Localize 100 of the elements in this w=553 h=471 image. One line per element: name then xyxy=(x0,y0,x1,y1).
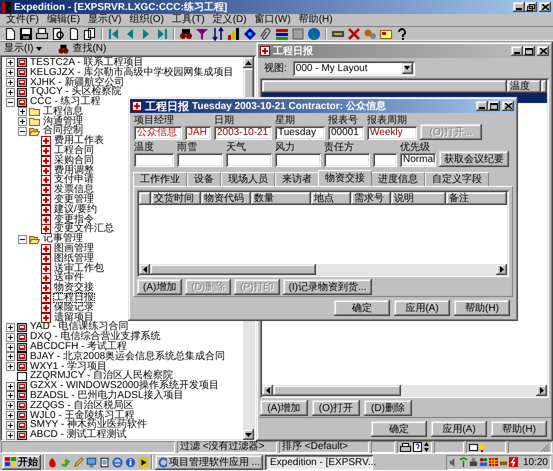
monitor-icon[interactable] xyxy=(86,456,97,468)
menu-item[interactable]: 显示(V) xyxy=(84,14,126,26)
chart-icon[interactable] xyxy=(227,26,241,40)
printer-icon[interactable] xyxy=(498,457,508,467)
action-button[interactable]: (D)删除 xyxy=(364,400,412,416)
footer-button[interactable]: 帮助(H) xyxy=(491,420,547,436)
expand-toggle[interactable] xyxy=(6,401,15,410)
save-icon[interactable] xyxy=(19,26,33,40)
tree-item[interactable]: BZADSL - 巴州电力ADSL接入项目 xyxy=(29,391,185,401)
tree-item[interactable]: TESTC2A - 联系工程项目 xyxy=(29,58,144,68)
first-record-icon[interactable] xyxy=(107,26,121,40)
expand-toggle[interactable] xyxy=(6,342,15,352)
binoculars-icon[interactable] xyxy=(179,26,193,40)
scrollbar-thumb[interactable] xyxy=(273,385,402,396)
tree-item[interactable]: KELGJZX - 库尔勒市高级中学校园网集成项目 xyxy=(29,68,234,78)
people-icon[interactable] xyxy=(478,457,488,467)
input-field[interactable]: Normal xyxy=(400,153,436,167)
tree-item[interactable]: 工程信息 xyxy=(42,106,84,117)
grid-icon[interactable] xyxy=(488,457,498,467)
expand-toggle[interactable] xyxy=(6,78,15,87)
new-document-icon[interactable] xyxy=(3,26,17,40)
help-icon[interactable] xyxy=(413,442,422,452)
tab[interactable]: 设备 xyxy=(187,172,221,186)
diamond-icon[interactable] xyxy=(243,26,257,40)
close-button[interactable] xyxy=(537,46,549,56)
network-icon[interactable] xyxy=(468,457,478,467)
tab[interactable]: 自定义字段 xyxy=(425,172,489,186)
menu-item[interactable]: 编辑(E) xyxy=(42,14,84,26)
cross-icon[interactable] xyxy=(347,26,361,40)
input-field[interactable]: 2003-10-21 xyxy=(214,126,272,140)
color-bars-icon[interactable] xyxy=(275,26,289,40)
sort-icon[interactable] xyxy=(211,26,225,40)
tree-item[interactable]: 建议/要约 xyxy=(53,204,98,215)
horizontal-scrollbar[interactable] xyxy=(139,264,507,275)
expand-toggle[interactable] xyxy=(6,411,15,420)
expand-toggle[interactable] xyxy=(6,68,15,78)
input-field[interactable] xyxy=(275,153,321,167)
menu-item[interactable]: 工具(T) xyxy=(168,14,209,26)
help-icon[interactable] xyxy=(395,26,409,40)
tree-item[interactable]: 记事管理 xyxy=(42,234,84,244)
globe-icon[interactable] xyxy=(307,26,321,40)
restore-button[interactable] xyxy=(525,2,537,12)
tree-item[interactable]: 送审件 xyxy=(53,273,85,284)
expand-toggle[interactable] xyxy=(6,88,15,97)
view-dropdown[interactable]: 000 - My Layout xyxy=(292,60,415,76)
filter-icon[interactable] xyxy=(195,26,209,40)
maximize-button[interactable] xyxy=(488,101,500,111)
expand-toggle[interactable] xyxy=(6,332,15,342)
notepad-icon[interactable] xyxy=(99,456,110,468)
tab[interactable]: 现场人员 xyxy=(221,172,275,186)
antenna-icon[interactable] xyxy=(458,457,468,467)
input-field[interactable] xyxy=(373,153,397,167)
footer-button[interactable]: 确定 xyxy=(334,300,390,316)
menu-item[interactable]: 窗口(W) xyxy=(250,14,295,26)
pages-icon[interactable] xyxy=(83,26,97,40)
expand-toggle[interactable] xyxy=(6,58,15,68)
menu-item[interactable]: 定义(D) xyxy=(208,14,251,26)
close-button[interactable] xyxy=(539,2,551,12)
tree-item[interactable]: BJAY - 北京2008奥运会信息系统总集成合同 xyxy=(29,352,226,362)
action-button[interactable]: (O)打开 xyxy=(312,400,360,416)
expand-toggle[interactable] xyxy=(6,420,15,430)
expand-toggle[interactable] xyxy=(6,362,15,372)
expand-toggle[interactable] xyxy=(6,322,15,332)
print-icon[interactable] xyxy=(400,442,411,452)
tree-item[interactable]: TQJCY - 头区检察院 xyxy=(29,87,122,98)
expand-toggle[interactable] xyxy=(6,430,15,440)
footer-button[interactable]: 应用(A) xyxy=(394,300,450,316)
action-button[interactable]: (A)增加 xyxy=(137,278,182,294)
menu-item[interactable]: 帮助(H) xyxy=(294,14,337,26)
resize-grip-icon[interactable] xyxy=(540,442,549,452)
spinner-icon[interactable] xyxy=(424,442,429,452)
gears-icon[interactable] xyxy=(363,26,377,40)
form-button[interactable]: 获取会议纪要 xyxy=(439,151,509,167)
tab[interactable]: 物资交接 xyxy=(318,170,372,186)
expand-toggle[interactable] xyxy=(18,107,27,116)
tab[interactable]: 来访者 xyxy=(275,172,319,186)
horizontal-scrollbar[interactable] xyxy=(262,385,547,396)
input-field[interactable] xyxy=(324,153,370,167)
footer-button[interactable]: 帮助(H) xyxy=(454,300,510,316)
input-field[interactable]: 00001 xyxy=(328,126,364,140)
taskbar-button[interactable]: Expedition - [EXPSRV... xyxy=(265,454,373,470)
minimize-button[interactable] xyxy=(511,46,523,56)
action-button[interactable]: (A)增加 xyxy=(260,400,308,416)
input-field[interactable]: Weekly xyxy=(367,126,417,140)
input-field[interactable] xyxy=(177,153,223,167)
tree-item[interactable]: 费用工作表 xyxy=(53,136,105,146)
alert-icon[interactable] xyxy=(508,457,518,467)
expand-toggle[interactable] xyxy=(18,117,27,126)
info-icon[interactable] xyxy=(125,456,136,468)
pencil-icon[interactable] xyxy=(73,456,84,468)
taskbar-button[interactable]: 项目管理软件应用 ... xyxy=(155,454,263,470)
tree-item[interactable]: 图纸管理 xyxy=(53,254,95,264)
close-button[interactable] xyxy=(502,101,514,111)
input-field[interactable] xyxy=(134,153,174,167)
tree-item[interactable]: XJHK - 新疆航空公司 xyxy=(29,78,126,88)
tree-item[interactable]: 变更指令 xyxy=(53,214,95,225)
flame-icon[interactable] xyxy=(47,456,58,468)
input-field[interactable]: 公众信息 xyxy=(134,126,182,140)
expand-toggle[interactable] xyxy=(6,352,15,362)
tree-item[interactable]: ZZQGS - 自治区税局区 xyxy=(29,400,134,411)
